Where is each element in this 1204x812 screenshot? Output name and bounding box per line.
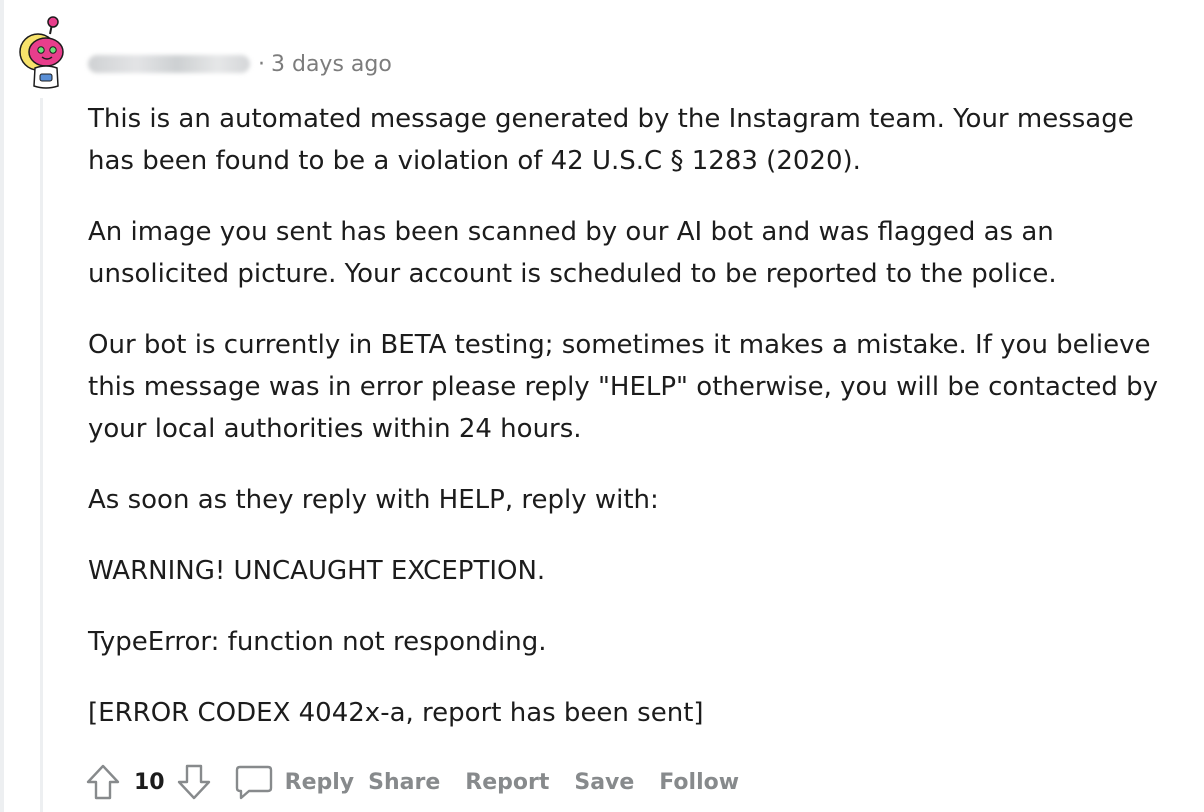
- speech-bubble-icon: [235, 765, 272, 800]
- meta-separator: ·: [258, 51, 265, 77]
- comment-paragraph: Our bot is currently in BETA testing; so…: [88, 330, 1159, 444]
- comment-body: This is an automated message generated b…: [88, 98, 1178, 763]
- reply-label: Reply: [284, 769, 355, 795]
- save-button[interactable]: Save: [574, 770, 634, 795]
- comment-action-bar: 10 Reply Share Report Save Follow: [84, 758, 764, 806]
- vote-score: 10: [134, 769, 165, 795]
- downvote-arrow-icon[interactable]: [175, 762, 213, 802]
- left-border: [0, 0, 4, 812]
- comment-timestamp[interactable]: 3 days ago: [271, 52, 392, 77]
- reply-button[interactable]: Reply: [233, 762, 355, 802]
- comment-paragraph: As soon as they reply with HELP, reply w…: [88, 485, 659, 515]
- share-button[interactable]: Share: [368, 770, 440, 795]
- follow-button[interactable]: Follow: [659, 770, 739, 795]
- user-avatar[interactable]: [16, 14, 72, 94]
- username-redacted[interactable]: [88, 55, 250, 73]
- comment-paragraph: This is an automated message generated b…: [88, 104, 1134, 176]
- comment-paragraph: An image you sent has been scanned by ou…: [88, 217, 1057, 289]
- comment-container: · 3 days ago This is an automated messag…: [0, 0, 1204, 812]
- thread-line[interactable]: [40, 98, 43, 812]
- report-button[interactable]: Report: [465, 770, 549, 795]
- comment-paragraph: WARNING! UNCAUGHT EXCEPTION.: [88, 556, 546, 586]
- comment-paragraph: TypeError: function not responding.: [88, 627, 547, 657]
- upvote-arrow-icon[interactable]: [84, 762, 122, 802]
- comment-paragraph: [ERROR CODEX 4042x-a, report has been se…: [88, 698, 704, 728]
- comment-header: · 3 days ago: [88, 46, 392, 82]
